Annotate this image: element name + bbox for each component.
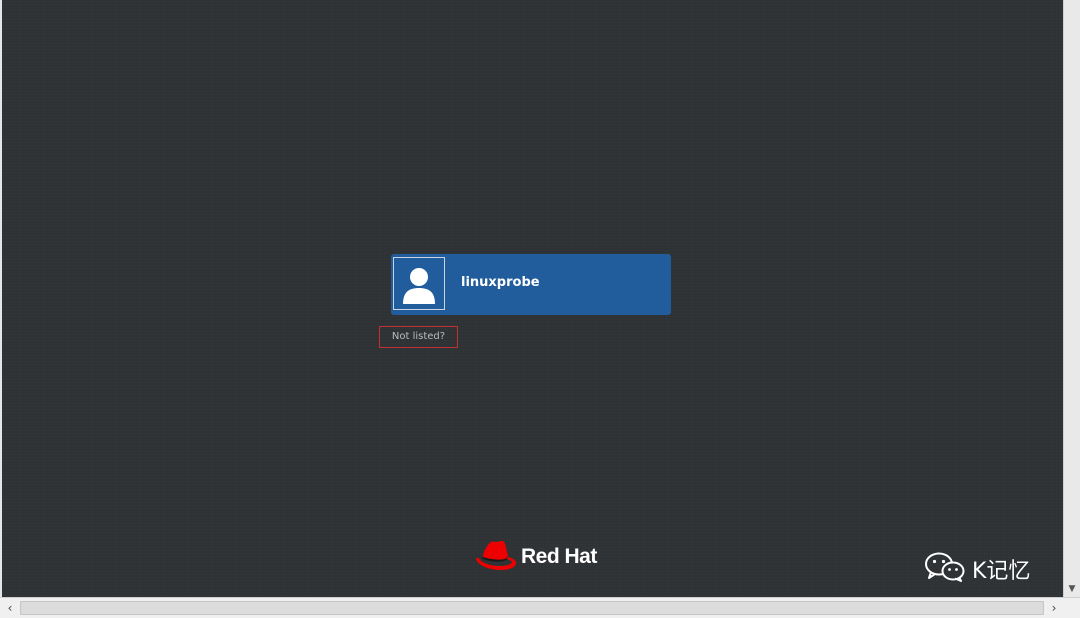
user-list-item[interactable]: linuxprobe (391, 254, 671, 315)
wechat-icon (924, 552, 966, 586)
login-screen: linuxprobe Not listed? Red Hat K记忆 (2, 0, 1063, 597)
not-listed-button[interactable]: Not listed? (379, 326, 458, 348)
username-label: linuxprobe (461, 275, 540, 290)
redhat-wordmark: Red Hat (521, 545, 597, 568)
watermark: K记忆 (924, 552, 1030, 586)
chevron-down-icon[interactable]: ▼ (1064, 581, 1080, 597)
redhat-logo: Red Hat (474, 540, 597, 574)
scrollbar-thumb[interactable] (20, 601, 1044, 615)
chevron-left-icon[interactable]: ‹ (2, 600, 18, 616)
redhat-hat-icon (474, 538, 518, 576)
user-avatar-icon (393, 257, 445, 310)
chevron-right-icon[interactable]: › (1046, 600, 1062, 616)
watermark-text: K记忆 (972, 559, 1031, 584)
vertical-scrollbar[interactable]: ▼ (1063, 0, 1080, 597)
horizontal-scrollbar[interactable]: ‹ › (0, 597, 1080, 618)
vm-window: linuxprobe Not listed? Red Hat K记忆 ▼ ‹ › (0, 0, 1080, 618)
